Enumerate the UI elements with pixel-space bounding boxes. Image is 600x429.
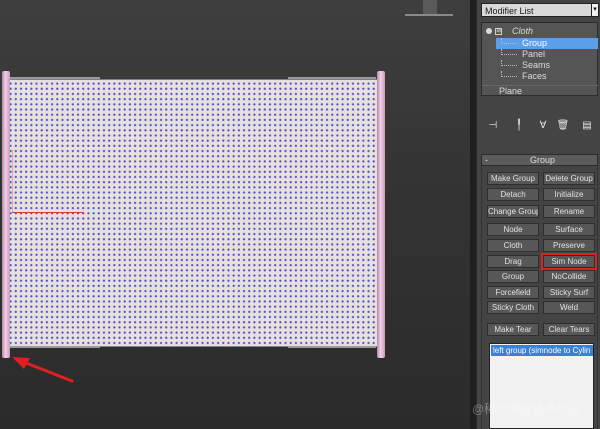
clear-tears-button[interactable]: Clear Tears	[543, 323, 595, 336]
modifier-list-label: Modifier List	[485, 6, 534, 16]
stack-item-label: Cloth	[512, 26, 534, 36]
remove-modifier-icon[interactable]: 🗑	[556, 119, 570, 133]
nocollide-button[interactable]: NoCollide	[543, 270, 595, 283]
make-tear-button[interactable]: Make Tear	[487, 323, 539, 336]
stack-subobject-faces[interactable]: Faces	[496, 71, 598, 82]
forcefield-button[interactable]: Forcefield	[487, 286, 539, 299]
subobject-label: Panel	[522, 49, 546, 59]
change-group-button[interactable]: Change Group	[487, 205, 539, 218]
modifier-list-dropdown[interactable]: Modifier List	[481, 3, 593, 17]
tree-connector	[501, 71, 517, 77]
cloth-button[interactable]: Cloth	[487, 239, 539, 252]
group-rollout-header[interactable]: - Group	[481, 154, 598, 166]
right-cylinder-pole[interactable]	[377, 71, 385, 358]
tree-connector	[501, 60, 517, 66]
make-unique-icon[interactable]: ∀	[536, 119, 550, 133]
subobject-label: Group	[522, 38, 548, 48]
cloth-top-edge-left	[10, 77, 100, 79]
pin-stack-icon[interactable]: ⊣	[486, 119, 500, 133]
viewcube-base[interactable]	[405, 0, 453, 16]
detach-button[interactable]: Detach	[487, 188, 539, 201]
group-list-item[interactable]: left group (simnode to Cylin	[491, 345, 593, 356]
rollout-title: Group	[529, 155, 555, 165]
collapse-icon[interactable]: -	[485, 155, 488, 165]
make-group-button[interactable]: Make Group	[487, 172, 539, 185]
rename-button[interactable]: Rename	[543, 205, 595, 218]
cloth-bottom-edge-left	[10, 346, 100, 348]
subobject-label: Faces	[522, 71, 547, 81]
cloth-bottom-edge-right	[288, 346, 376, 348]
surface-button[interactable]: Surface	[543, 223, 595, 236]
perspective-viewport[interactable]	[0, 0, 470, 429]
stack-item-label: Plane	[499, 86, 523, 96]
annotation-arrow-icon	[12, 357, 74, 383]
sticky-cloth-button[interactable]: Sticky Cloth	[487, 301, 539, 314]
delete-group-button[interactable]: Delete Group	[543, 172, 595, 185]
left-cylinder-pole[interactable]	[2, 71, 10, 358]
show-end-result-icon[interactable]: ╿	[512, 119, 526, 133]
subobject-label: Seams	[522, 60, 551, 70]
chevron-down-icon[interactable]: ▾	[591, 3, 599, 17]
gizmo-axis-helper	[12, 150, 13, 212]
cloth-top-edge-right	[288, 77, 376, 79]
sticky-surf-button[interactable]: Sticky Surf	[543, 286, 595, 299]
drag-button[interactable]: Drag	[487, 255, 539, 268]
stack-subobject-group[interactable]: Group	[496, 38, 598, 49]
watermark: @稀土掘金技术社区	[472, 402, 581, 416]
cloth-plane-mesh[interactable]	[7, 79, 379, 347]
viewcube-knob[interactable]	[423, 0, 437, 14]
stack-item-cloth[interactable]: ⊞ Cloth	[482, 26, 598, 37]
tree-connector	[501, 49, 517, 55]
preserve-button[interactable]: Preserve	[543, 239, 595, 252]
tree-connector	[501, 38, 517, 44]
modifier-stack[interactable]: ⊞ Cloth Group Panel Seams Faces Plane	[481, 22, 598, 96]
stack-subobject-panel[interactable]: Panel	[496, 49, 598, 60]
stack-subobject-seams[interactable]: Seams	[496, 60, 598, 71]
sim-node-button[interactable]: Sim Node	[541, 253, 597, 270]
configure-sets-icon[interactable]: ▤	[580, 119, 594, 133]
initialize-button[interactable]: Initialize	[543, 188, 595, 201]
x-axis-line	[12, 212, 84, 213]
expand-icon[interactable]: ⊞	[495, 28, 502, 35]
lightbulb-icon[interactable]	[486, 28, 492, 34]
stack-toolbar: ⊣ ╿ ∀ 🗑 ▤	[484, 119, 596, 135]
weld-button[interactable]: Weld	[543, 301, 595, 314]
group-button[interactable]: Group	[487, 270, 539, 283]
stack-item-plane[interactable]: Plane	[482, 85, 598, 96]
node-button[interactable]: Node	[487, 223, 539, 236]
